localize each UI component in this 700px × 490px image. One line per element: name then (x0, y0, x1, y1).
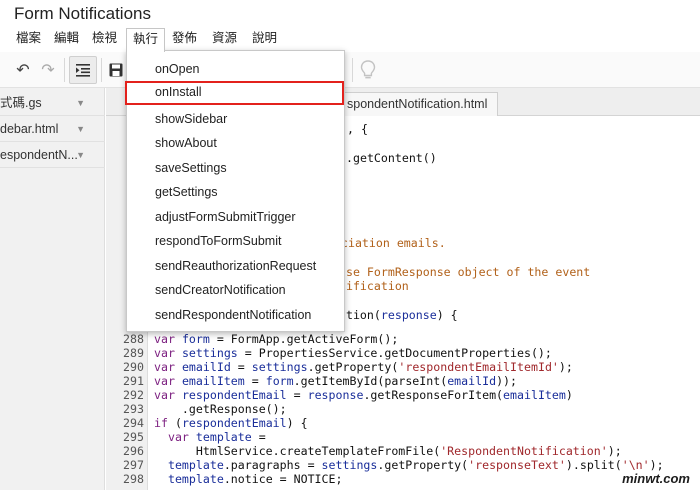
menu-edit[interactable]: 編輯 (48, 28, 85, 50)
file-item-label: 式碼.gs (0, 96, 42, 110)
menu-resources[interactable]: 資源 (206, 28, 243, 50)
code-line: 289 var settings = PropertiesService.getD… (123, 346, 552, 360)
menu-item-onopen[interactable]: onOpen (127, 57, 344, 81)
menu-item-oninstall[interactable]: onInstall (125, 81, 344, 105)
code-line: 293 .getResponse(); (123, 402, 287, 416)
menu-publish[interactable]: 發佈 (166, 28, 203, 50)
code-line: 297 template.paragraphs = settings.getPr… (123, 458, 664, 472)
code-line: 292 var respondentEmail = response.getRes… (123, 388, 573, 402)
code-line: 298 template.notice = NOTICE; (123, 472, 343, 486)
code-line: 291 var emailItem = form.getItemById(pars… (123, 374, 518, 388)
menu-run[interactable]: 執行 (126, 28, 166, 52)
menu-item-adjustformsubmittrigger[interactable]: adjustFormSubmitTrigger (127, 205, 344, 229)
file-item-label: espondentN... (0, 148, 78, 162)
menubar: 檔案 編輯 檢視 執行 發佈 資源 說明 (0, 28, 700, 52)
menu-item-sendrespondentnotification[interactable]: sendRespondentNotification (127, 303, 344, 327)
app-title: Form Notifications (14, 4, 151, 23)
caret-down-icon[interactable]: ▼ (76, 90, 85, 115)
caret-down-icon[interactable]: ▼ (76, 142, 85, 167)
toolbar-separator (101, 58, 102, 82)
indent-button[interactable] (69, 56, 97, 84)
file-item[interactable]: espondentN... ▼ (0, 142, 105, 168)
lightbulb-icon[interactable] (358, 60, 378, 80)
caret-down-icon[interactable]: ▼ (76, 116, 85, 141)
indent-icon (76, 64, 90, 77)
file-item-label: debar.html (0, 122, 59, 136)
menu-item-getsettings[interactable]: getSettings (127, 180, 344, 204)
save-icon[interactable] (106, 60, 126, 80)
menu-help[interactable]: 說明 (246, 28, 283, 50)
code-line: 290 var emailId = settings.getProperty('r… (123, 360, 573, 374)
menu-item-sendreauthorizationrequest[interactable]: sendReauthorizationRequest (127, 254, 344, 278)
menu-item-showabout[interactable]: showAbout (127, 131, 344, 155)
file-item[interactable]: 式碼.gs ▼ (0, 90, 105, 116)
run-menu-dropdown: onOpen onInstall showSidebar showAbout s… (125, 50, 345, 332)
toolbar-separator (352, 58, 353, 82)
menu-item-sendcreatornotification[interactable]: sendCreatorNotification (127, 278, 344, 302)
undo-icon[interactable]: ↶ (13, 60, 33, 80)
tab-respondent-notification-html[interactable]: spondentNotification.html (336, 92, 499, 116)
watermark: minwt.com (622, 471, 690, 486)
menu-file[interactable]: 檔案 (10, 28, 47, 50)
menu-view[interactable]: 檢視 (86, 28, 123, 50)
code-line: 294 if (respondentEmail) { (123, 416, 308, 430)
file-item[interactable]: debar.html ▼ (0, 116, 105, 142)
menu-item-showsidebar[interactable]: showSidebar (127, 107, 344, 131)
code-line: 295 var template = (123, 430, 266, 444)
file-sidebar: 式碼.gs ▼ debar.html ▼ espondentN... ▼ (0, 88, 105, 490)
toolbar: ↶ ↷ (0, 52, 700, 88)
code-line: 296 HtmlService.createTemplateFromFile('… (123, 444, 622, 458)
toolbar-separator (64, 58, 65, 82)
menu-item-savesettings[interactable]: saveSettings (127, 156, 344, 180)
redo-icon[interactable]: ↷ (38, 60, 58, 80)
menu-item-respondtoformsubmit[interactable]: respondToFormSubmit (127, 229, 344, 253)
code-line: 288 var form = FormApp.getActiveForm(); (123, 332, 399, 346)
